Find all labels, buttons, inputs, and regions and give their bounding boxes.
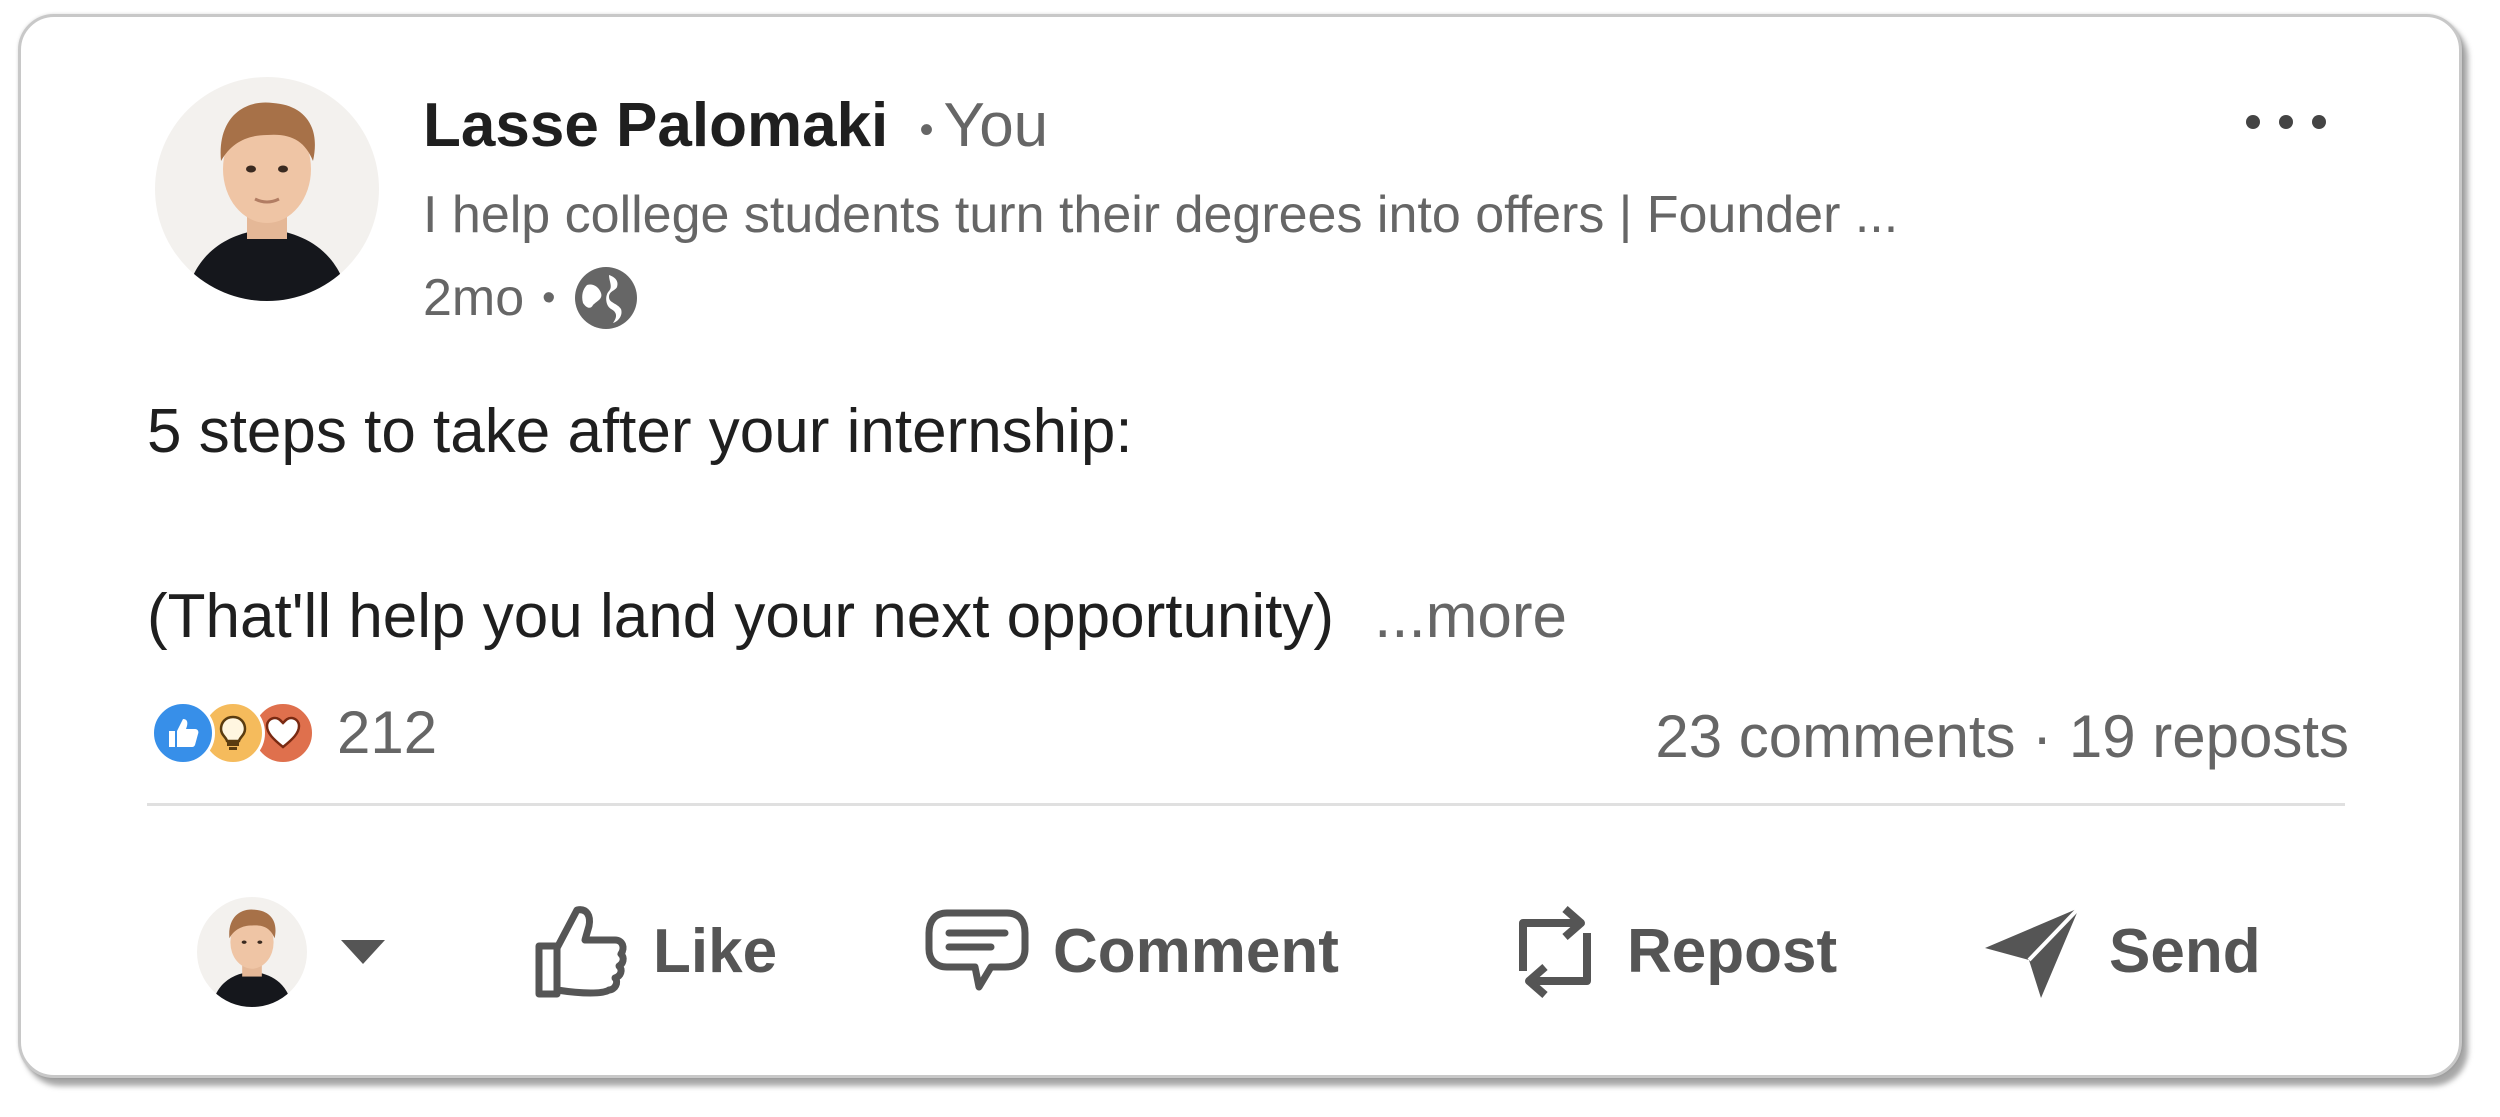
post-card: Lasse Palomaki • You I help college stude…: [18, 14, 2462, 1078]
more-options-icon[interactable]: [2246, 97, 2326, 147]
comment-icon: [925, 909, 1029, 991]
comments-reposts-count[interactable]: 23 comments · 19 reposts: [1655, 707, 2349, 767]
relation-label: You: [943, 91, 1049, 160]
reactions-summary[interactable]: 212: [151, 697, 437, 769]
like-reaction-icon: [151, 701, 215, 765]
author-headline: I help college students turn their degre…: [423, 186, 1899, 244]
name-separator: •: [919, 107, 934, 152]
comment-button[interactable]: Comment: [925, 897, 1339, 1007]
send-button[interactable]: Send: [1981, 897, 2261, 1007]
post-meta: 2mo •: [423, 263, 639, 333]
author-avatar[interactable]: [155, 77, 379, 301]
thumbs-up-icon: [535, 906, 627, 998]
repost-icon: [1519, 905, 1591, 999]
post-time: 2mo: [423, 269, 525, 327]
send-label: Send: [2109, 917, 2261, 986]
meta-separator: •: [542, 277, 556, 319]
repost-label: Repost: [1627, 917, 1838, 986]
actor-switcher[interactable]: [197, 897, 385, 1007]
globe-icon: [573, 265, 639, 331]
actor-avatar: [197, 897, 307, 1007]
like-button[interactable]: Like: [533, 897, 777, 1007]
post-body-line-1: 5 steps to take after your internship:: [147, 397, 1133, 466]
chevron-down-icon: [341, 940, 385, 964]
reaction-count: 212: [337, 699, 438, 766]
author-relation: • You: [906, 91, 1049, 160]
action-bar: Like Comment Repost Send: [21, 877, 2459, 1017]
send-icon: [1985, 906, 2081, 998]
post-body-line-2-text: (That'll help you land your next opportu…: [147, 582, 1335, 651]
post-body-line-2: (That'll help you land your next opportu…: [147, 586, 1567, 648]
comment-label: Comment: [1053, 917, 1339, 986]
divider: [147, 803, 2345, 806]
repost-button[interactable]: Repost: [1507, 897, 1837, 1007]
author-name[interactable]: Lasse Palomaki • You: [423, 95, 1048, 157]
author-name-text[interactable]: Lasse Palomaki: [423, 91, 888, 160]
like-label: Like: [653, 917, 778, 986]
see-more-link[interactable]: ...more: [1374, 582, 1567, 651]
